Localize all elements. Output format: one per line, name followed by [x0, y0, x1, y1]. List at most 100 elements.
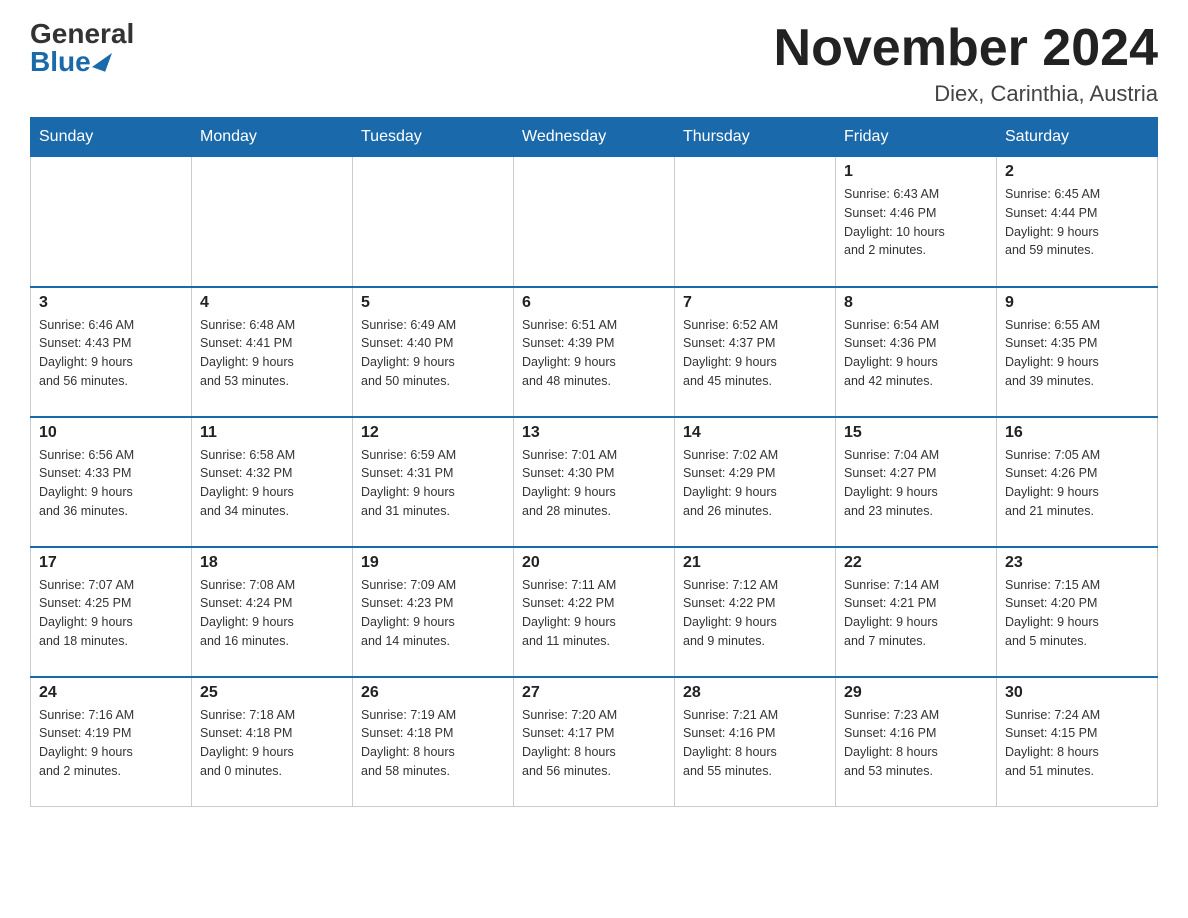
day-info: Sunrise: 6:51 AMSunset: 4:39 PMDaylight:… [522, 316, 666, 391]
day-info: Sunrise: 7:15 AMSunset: 4:20 PMDaylight:… [1005, 576, 1149, 651]
day-number: 27 [522, 684, 666, 702]
day-info: Sunrise: 6:48 AMSunset: 4:41 PMDaylight:… [200, 316, 344, 391]
day-number: 28 [683, 684, 827, 702]
day-number: 22 [844, 554, 988, 572]
day-info: Sunrise: 7:11 AMSunset: 4:22 PMDaylight:… [522, 576, 666, 651]
day-number: 1 [844, 163, 988, 181]
calendar-cell: 21 Sunrise: 7:12 AMSunset: 4:22 PMDayligh… [675, 547, 836, 677]
calendar-cell: 14 Sunrise: 7:02 AMSunset: 4:29 PMDayligh… [675, 417, 836, 547]
day-info: Sunrise: 6:46 AMSunset: 4:43 PMDaylight:… [39, 316, 183, 391]
weekday-header-monday: Monday [192, 118, 353, 157]
day-number: 13 [522, 424, 666, 442]
calendar-cell: 4 Sunrise: 6:48 AMSunset: 4:41 PMDaylight… [192, 287, 353, 417]
day-number: 12 [361, 424, 505, 442]
weekday-header-row: SundayMondayTuesdayWednesdayThursdayFrid… [31, 118, 1158, 157]
day-number: 11 [200, 424, 344, 442]
calendar-cell: 28 Sunrise: 7:21 AMSunset: 4:16 PMDayligh… [675, 677, 836, 807]
calendar-table: SundayMondayTuesdayWednesdayThursdayFrid… [30, 117, 1158, 807]
day-info: Sunrise: 7:24 AMSunset: 4:15 PMDaylight:… [1005, 706, 1149, 781]
day-number: 24 [39, 684, 183, 702]
day-info: Sunrise: 6:56 AMSunset: 4:33 PMDaylight:… [39, 446, 183, 521]
calendar-week-row: 10 Sunrise: 6:56 AMSunset: 4:33 PMDayligh… [31, 417, 1158, 547]
day-info: Sunrise: 7:04 AMSunset: 4:27 PMDaylight:… [844, 446, 988, 521]
weekday-header-sunday: Sunday [31, 118, 192, 157]
page-header: General Blue November 2024 Diex, Carinth… [30, 20, 1158, 107]
logo-triangle-icon [92, 48, 112, 72]
day-info: Sunrise: 6:43 AMSunset: 4:46 PMDaylight:… [844, 185, 988, 260]
weekday-header-saturday: Saturday [997, 118, 1158, 157]
day-number: 14 [683, 424, 827, 442]
day-number: 17 [39, 554, 183, 572]
day-info: Sunrise: 6:55 AMSunset: 4:35 PMDaylight:… [1005, 316, 1149, 391]
day-number: 7 [683, 294, 827, 312]
day-info: Sunrise: 7:07 AMSunset: 4:25 PMDaylight:… [39, 576, 183, 651]
day-info: Sunrise: 6:49 AMSunset: 4:40 PMDaylight:… [361, 316, 505, 391]
calendar-cell [353, 157, 514, 287]
day-info: Sunrise: 7:19 AMSunset: 4:18 PMDaylight:… [361, 706, 505, 781]
calendar-cell: 30Sunrise: 7:24 AMSunset: 4:15 PMDayligh… [997, 677, 1158, 807]
weekday-header-thursday: Thursday [675, 118, 836, 157]
day-info: Sunrise: 6:54 AMSunset: 4:36 PMDaylight:… [844, 316, 988, 391]
day-number: 23 [1005, 554, 1149, 572]
day-info: Sunrise: 6:52 AMSunset: 4:37 PMDaylight:… [683, 316, 827, 391]
day-number: 5 [361, 294, 505, 312]
calendar-week-row: 3 Sunrise: 6:46 AMSunset: 4:43 PMDaylight… [31, 287, 1158, 417]
day-number: 26 [361, 684, 505, 702]
logo-blue-text: Blue [30, 48, 109, 76]
day-info: Sunrise: 6:45 AMSunset: 4:44 PMDaylight:… [1005, 185, 1149, 260]
calendar-cell: 13 Sunrise: 7:01 AMSunset: 4:30 PMDayligh… [514, 417, 675, 547]
day-number: 8 [844, 294, 988, 312]
calendar-cell: 17 Sunrise: 7:07 AMSunset: 4:25 PMDayligh… [31, 547, 192, 677]
weekday-header-wednesday: Wednesday [514, 118, 675, 157]
day-number: 16 [1005, 424, 1149, 442]
calendar-cell: 6Sunrise: 6:51 AMSunset: 4:39 PMDaylight… [514, 287, 675, 417]
weekday-header-friday: Friday [836, 118, 997, 157]
calendar-cell [675, 157, 836, 287]
day-number: 3 [39, 294, 183, 312]
calendar-cell: 24Sunrise: 7:16 AMSunset: 4:19 PMDayligh… [31, 677, 192, 807]
day-info: Sunrise: 6:58 AMSunset: 4:32 PMDaylight:… [200, 446, 344, 521]
day-info: Sunrise: 7:12 AMSunset: 4:22 PMDaylight:… [683, 576, 827, 651]
calendar-cell [192, 157, 353, 287]
day-number: 25 [200, 684, 344, 702]
month-title: November 2024 [774, 20, 1158, 77]
day-number: 29 [844, 684, 988, 702]
day-number: 4 [200, 294, 344, 312]
day-number: 18 [200, 554, 344, 572]
day-number: 2 [1005, 163, 1149, 181]
day-info: Sunrise: 7:21 AMSunset: 4:16 PMDaylight:… [683, 706, 827, 781]
calendar-cell: 7 Sunrise: 6:52 AMSunset: 4:37 PMDaylight… [675, 287, 836, 417]
calendar-cell: 27 Sunrise: 7:20 AMSunset: 4:17 PMDayligh… [514, 677, 675, 807]
calendar-cell: 20 Sunrise: 7:11 AMSunset: 4:22 PMDayligh… [514, 547, 675, 677]
calendar-cell: 23 Sunrise: 7:15 AMSunset: 4:20 PMDayligh… [997, 547, 1158, 677]
day-info: Sunrise: 7:01 AMSunset: 4:30 PMDaylight:… [522, 446, 666, 521]
day-number: 15 [844, 424, 988, 442]
day-info: Sunrise: 7:20 AMSunset: 4:17 PMDaylight:… [522, 706, 666, 781]
logo: General Blue [30, 20, 134, 76]
day-number: 20 [522, 554, 666, 572]
day-info: Sunrise: 7:23 AMSunset: 4:16 PMDaylight:… [844, 706, 988, 781]
calendar-cell: 8 Sunrise: 6:54 AMSunset: 4:36 PMDaylight… [836, 287, 997, 417]
calendar-cell: 22Sunrise: 7:14 AMSunset: 4:21 PMDayligh… [836, 547, 997, 677]
calendar-cell: 25Sunrise: 7:18 AMSunset: 4:18 PMDayligh… [192, 677, 353, 807]
day-number: 21 [683, 554, 827, 572]
day-number: 9 [1005, 294, 1149, 312]
calendar-cell: 15 Sunrise: 7:04 AMSunset: 4:27 PMDayligh… [836, 417, 997, 547]
calendar-week-row: 17 Sunrise: 7:07 AMSunset: 4:25 PMDayligh… [31, 547, 1158, 677]
calendar-cell: 9 Sunrise: 6:55 AMSunset: 4:35 PMDaylight… [997, 287, 1158, 417]
calendar-cell: 1 Sunrise: 6:43 AMSunset: 4:46 PMDaylight… [836, 157, 997, 287]
logo-general-text: General [30, 20, 134, 48]
day-info: Sunrise: 7:09 AMSunset: 4:23 PMDaylight:… [361, 576, 505, 651]
calendar-week-row: 24Sunrise: 7:16 AMSunset: 4:19 PMDayligh… [31, 677, 1158, 807]
calendar-cell: 18Sunrise: 7:08 AMSunset: 4:24 PMDayligh… [192, 547, 353, 677]
calendar-cell [514, 157, 675, 287]
calendar-cell [31, 157, 192, 287]
calendar-cell: 10 Sunrise: 6:56 AMSunset: 4:33 PMDayligh… [31, 417, 192, 547]
day-info: Sunrise: 7:02 AMSunset: 4:29 PMDaylight:… [683, 446, 827, 521]
calendar-cell: 3 Sunrise: 6:46 AMSunset: 4:43 PMDaylight… [31, 287, 192, 417]
day-number: 10 [39, 424, 183, 442]
weekday-header-tuesday: Tuesday [353, 118, 514, 157]
calendar-cell: 19Sunrise: 7:09 AMSunset: 4:23 PMDayligh… [353, 547, 514, 677]
day-info: Sunrise: 7:05 AMSunset: 4:26 PMDaylight:… [1005, 446, 1149, 521]
calendar-cell: 26 Sunrise: 7:19 AMSunset: 4:18 PMDayligh… [353, 677, 514, 807]
